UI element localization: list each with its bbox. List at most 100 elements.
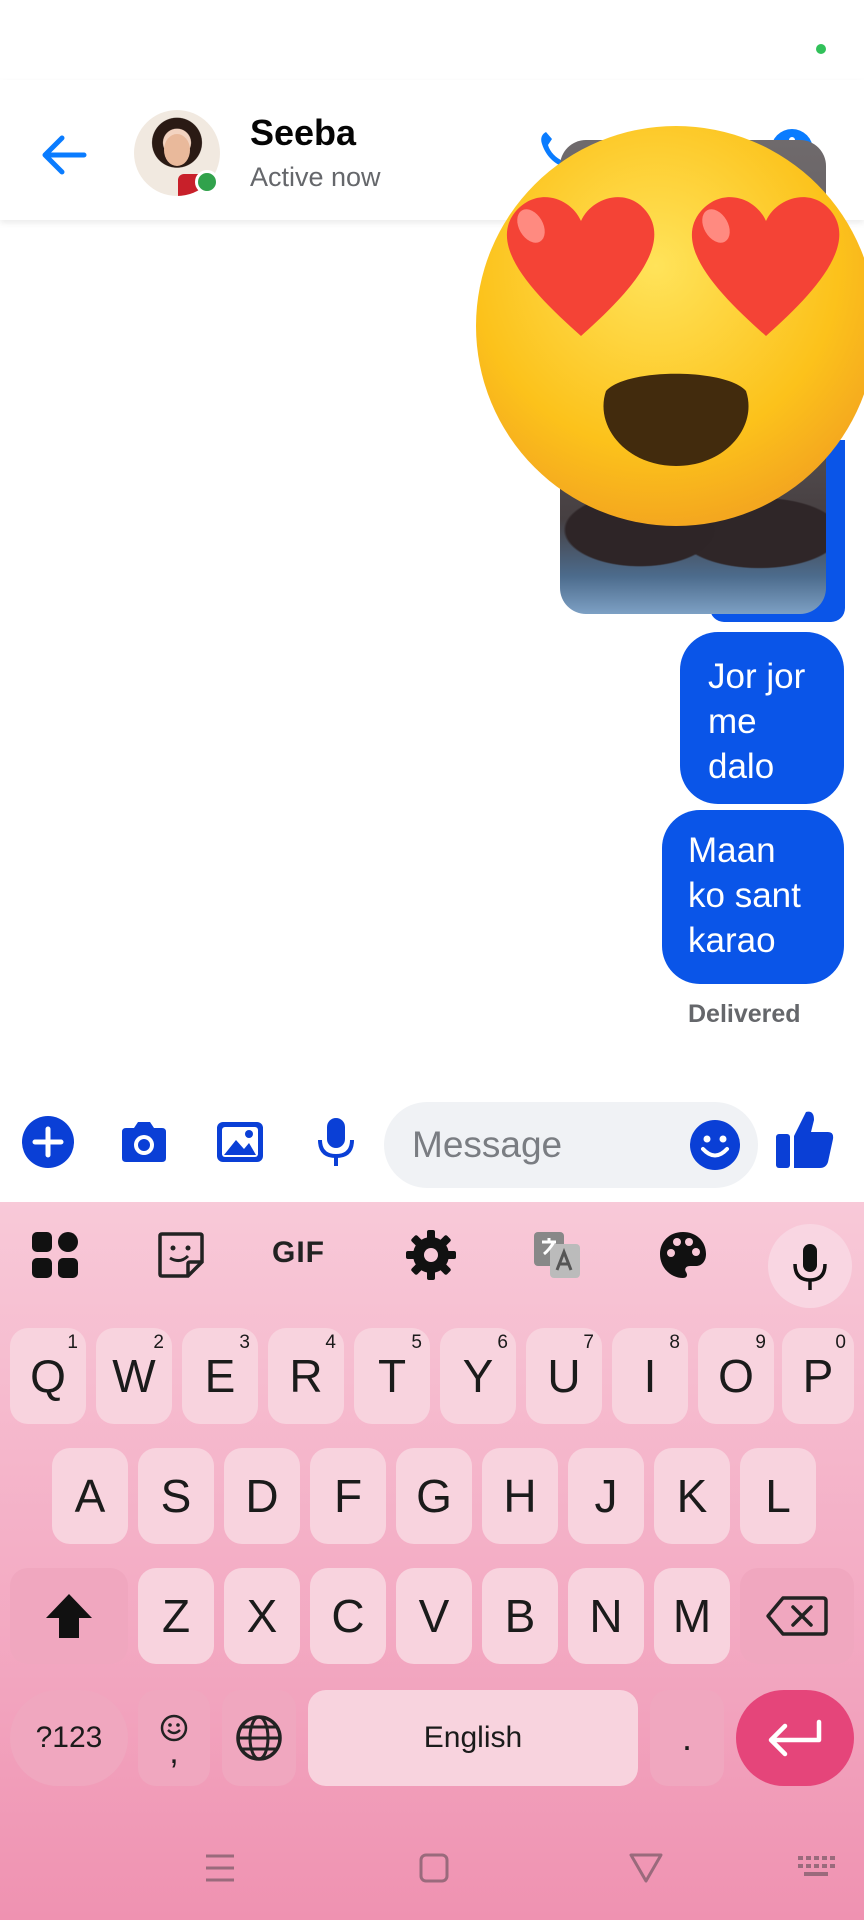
key-r[interactable]: R4 <box>268 1328 344 1424</box>
key-label: Q <box>30 1350 66 1402</box>
enter-key[interactable] <box>736 1690 854 1786</box>
like-button[interactable] <box>774 1106 836 1172</box>
gif-button[interactable]: GIF <box>272 1236 338 1276</box>
gallery-icon <box>217 1122 263 1162</box>
key-hint: 7 <box>583 1332 594 1353</box>
key-m[interactable]: M <box>654 1568 730 1664</box>
key-label: M <box>672 1590 712 1642</box>
microphone-icon <box>318 1118 354 1166</box>
key-d[interactable]: D <box>224 1448 300 1544</box>
backspace-key[interactable] <box>740 1568 854 1664</box>
key-label: G <box>416 1470 452 1522</box>
key-l[interactable]: L <box>740 1448 816 1544</box>
apps-grid-icon <box>32 1232 78 1278</box>
key-a[interactable]: A <box>52 1448 128 1544</box>
key-label: S <box>160 1470 192 1522</box>
key-label: . <box>681 1717 692 1758</box>
gallery-button[interactable] <box>212 1114 268 1170</box>
key-hint: 5 <box>411 1332 422 1353</box>
language-key[interactable] <box>222 1690 296 1786</box>
key-label: X <box>246 1590 278 1642</box>
key-w[interactable]: W2 <box>96 1328 172 1424</box>
key-g[interactable]: G <box>396 1448 472 1544</box>
back-nav-button[interactable] <box>626 1848 666 1888</box>
message-line: Maan <box>688 831 776 870</box>
key-z[interactable]: Z <box>138 1568 214 1664</box>
key-s[interactable]: S <box>138 1448 214 1544</box>
microphone-icon <box>793 1244 827 1290</box>
key-hint: 8 <box>669 1332 680 1353</box>
voice-typing-button[interactable] <box>768 1224 852 1308</box>
thumbs-up-icon <box>776 1111 834 1168</box>
key-label: H <box>503 1470 537 1522</box>
emoji-icon <box>690 1120 740 1170</box>
backspace-icon <box>766 1596 828 1636</box>
key-n[interactable]: N <box>568 1568 644 1664</box>
contact-name[interactable]: Seeba <box>250 112 356 154</box>
translate-icon <box>534 1232 580 1278</box>
contact-status: Active now <box>250 162 381 192</box>
key-label: P <box>802 1350 834 1402</box>
key-k[interactable]: K <box>654 1448 730 1544</box>
key-hint: 2 <box>153 1332 164 1353</box>
key-h[interactable]: H <box>482 1448 558 1544</box>
key-label: English <box>423 1721 523 1754</box>
keyboard-hide-button[interactable] <box>796 1848 836 1888</box>
back-icon <box>629 1853 663 1883</box>
period-key[interactable]: . <box>650 1690 724 1786</box>
key-hint: 6 <box>497 1332 508 1353</box>
key-x[interactable]: X <box>224 1568 300 1664</box>
key-y[interactable]: Y6 <box>440 1328 516 1424</box>
key-label: Z <box>161 1590 191 1642</box>
camera-button[interactable] <box>116 1114 172 1170</box>
key-o[interactable]: O9 <box>698 1328 774 1424</box>
theme-button[interactable] <box>656 1228 710 1282</box>
key-j[interactable]: J <box>568 1448 644 1544</box>
comma-key[interactable]: , <box>138 1690 210 1786</box>
sticker-icon <box>158 1232 204 1278</box>
message-bubble[interactable]: Maan ko sant karao <box>662 810 844 984</box>
home-button[interactable] <box>414 1848 454 1888</box>
key-u[interactable]: U7 <box>526 1328 602 1424</box>
menu-button[interactable] <box>200 1848 240 1888</box>
message-line: dalo <box>708 747 775 786</box>
shift-key[interactable] <box>10 1568 128 1664</box>
key-label: I <box>643 1350 657 1402</box>
back-button[interactable] <box>36 130 96 180</box>
key-label: N <box>589 1590 623 1642</box>
key-label: U <box>547 1350 581 1402</box>
key-label: K <box>676 1470 708 1522</box>
emoji-button[interactable] <box>688 1118 742 1172</box>
key-label: O <box>718 1350 754 1402</box>
camera-icon <box>122 1122 166 1162</box>
more-actions-button[interactable] <box>20 1114 76 1170</box>
translate-button[interactable] <box>530 1228 584 1282</box>
key-label: J <box>594 1470 618 1522</box>
sticker-button[interactable] <box>154 1228 208 1282</box>
keyboard-hide-icon <box>798 1856 835 1876</box>
heart-eyes-emoji-icon <box>476 126 864 526</box>
key-i[interactable]: I8 <box>612 1328 688 1424</box>
key-v[interactable]: V <box>396 1568 472 1664</box>
symbols-key[interactable]: ?123 <box>10 1690 128 1786</box>
key-label: R <box>289 1350 323 1402</box>
key-c[interactable]: C <box>310 1568 386 1664</box>
key-label: V <box>418 1590 450 1642</box>
key-label: , <box>169 1733 179 1771</box>
key-t[interactable]: T5 <box>354 1328 430 1424</box>
key-label: B <box>504 1590 536 1642</box>
key-label: T <box>377 1350 407 1402</box>
key-f[interactable]: F <box>310 1448 386 1544</box>
key-p[interactable]: P0 <box>782 1328 854 1424</box>
key-e[interactable]: E3 <box>182 1328 258 1424</box>
key-label: A <box>74 1470 106 1522</box>
key-label: E <box>204 1350 236 1402</box>
settings-button[interactable] <box>404 1228 458 1282</box>
key-q[interactable]: Q1 <box>10 1328 86 1424</box>
key-b[interactable]: B <box>482 1568 558 1664</box>
message-bubble[interactable]: Jor jor me dalo <box>680 632 844 804</box>
voice-message-button[interactable] <box>308 1114 364 1170</box>
apps-grid-button[interactable] <box>28 1228 82 1282</box>
message-line: ko sant <box>688 876 801 915</box>
space-key[interactable]: English <box>308 1690 638 1786</box>
